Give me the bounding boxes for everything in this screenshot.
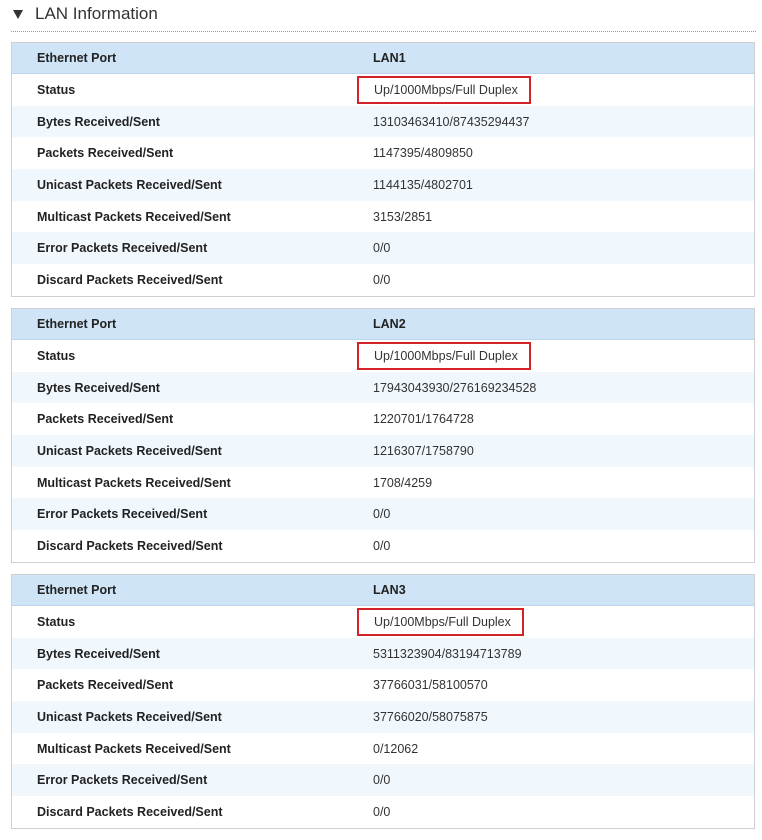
unicast-label: Unicast Packets Received/Sent xyxy=(37,709,222,724)
unicast-value: 1144135/4802701 xyxy=(373,177,473,192)
packets-value: 1220701/1764728 xyxy=(373,412,474,427)
table-row: Bytes Received/Sent 17943043930/27616923… xyxy=(12,371,754,404)
lan-information-header[interactable]: LAN Information xyxy=(11,0,756,32)
table-header-row: Ethernet Port LAN1 xyxy=(12,43,754,74)
table-row: Bytes Received/Sent 13103463410/87435294… xyxy=(12,105,754,138)
table-row: Status Up/100Mbps/Full Duplex xyxy=(12,606,754,638)
table-row: Unicast Packets Received/Sent 1144135/48… xyxy=(12,169,754,201)
error-packets-label: Error Packets Received/Sent xyxy=(37,773,208,788)
packets-value: 37766031/58100570 xyxy=(373,678,488,693)
ethernet-port-label: Ethernet Port xyxy=(37,51,117,65)
unicast-label: Unicast Packets Received/Sent xyxy=(37,443,222,458)
table-row: Discard Packets Received/Sent 0/0 xyxy=(12,264,754,296)
ethernet-port-label: Ethernet Port xyxy=(37,583,117,597)
table-row: Multicast Packets Received/Sent 3153/285… xyxy=(12,201,754,233)
section-title: LAN Information xyxy=(35,4,158,23)
bytes-label: Bytes Received/Sent xyxy=(37,114,160,129)
table-row: Unicast Packets Received/Sent 37766020/5… xyxy=(12,701,754,733)
bytes-label: Bytes Received/Sent xyxy=(37,380,160,395)
bytes-value: 5311323904/83194713789 xyxy=(373,646,522,661)
table-row: Packets Received/Sent 1220701/1764728 xyxy=(12,403,754,435)
packets-value: 1147395/4809850 xyxy=(373,146,473,161)
status-label: Status xyxy=(37,82,76,97)
multicast-label: Multicast Packets Received/Sent xyxy=(37,741,231,756)
unicast-label: Unicast Packets Received/Sent xyxy=(37,177,222,192)
ethernet-port-label: Ethernet Port xyxy=(37,317,117,331)
discard-packets-value: 0/0 xyxy=(373,804,391,819)
table-row: Discard Packets Received/Sent 0/0 xyxy=(12,796,754,828)
status-label: Status xyxy=(37,614,76,629)
error-packets-value: 0/0 xyxy=(373,507,391,522)
error-packets-value: 0/0 xyxy=(373,773,391,788)
table-row: Packets Received/Sent 1147395/4809850 xyxy=(12,137,754,169)
table-row: Packets Received/Sent 37766031/58100570 xyxy=(12,669,754,701)
lan2-table: Ethernet Port LAN2 Status Up/1000Mbps/Fu… xyxy=(11,308,755,563)
bytes-value: 17943043930/276169234528 xyxy=(373,380,537,395)
table-row: Unicast Packets Received/Sent 1216307/17… xyxy=(12,435,754,467)
discard-packets-label: Discard Packets Received/Sent xyxy=(37,272,223,287)
packets-label: Packets Received/Sent xyxy=(37,412,174,427)
unicast-value: 1216307/1758790 xyxy=(373,443,474,458)
error-packets-value: 0/0 xyxy=(373,241,391,256)
discard-packets-value: 0/0 xyxy=(373,538,391,553)
multicast-label: Multicast Packets Received/Sent xyxy=(37,475,231,490)
status-value-highlighted: Up/1000Mbps/Full Duplex xyxy=(357,341,531,370)
packets-label: Packets Received/Sent xyxy=(37,678,174,693)
error-packets-label: Error Packets Received/Sent xyxy=(37,241,208,256)
ethernet-port-value: LAN3 xyxy=(373,583,406,597)
triangle-down-icon[interactable] xyxy=(13,10,23,19)
discard-packets-value: 0/0 xyxy=(373,272,391,287)
table-header-row: Ethernet Port LAN3 xyxy=(12,575,754,606)
error-packets-label: Error Packets Received/Sent xyxy=(37,507,208,522)
multicast-value: 3153/2851 xyxy=(373,209,433,224)
table-row: Error Packets Received/Sent 0/0 xyxy=(12,764,754,797)
ethernet-port-value: LAN1 xyxy=(373,51,406,65)
multicast-label: Multicast Packets Received/Sent xyxy=(37,209,231,224)
table-row: Bytes Received/Sent 5311323904/831947137… xyxy=(12,637,754,670)
bytes-value: 13103463410/87435294437 xyxy=(373,114,530,129)
table-header-row: Ethernet Port LAN2 xyxy=(12,309,754,340)
bytes-label: Bytes Received/Sent xyxy=(37,646,160,661)
table-row: Multicast Packets Received/Sent 0/12062 xyxy=(12,733,754,765)
table-row: Status Up/1000Mbps/Full Duplex xyxy=(12,340,754,372)
multicast-value: 0/12062 xyxy=(373,741,419,756)
discard-packets-label: Discard Packets Received/Sent xyxy=(37,804,223,819)
ethernet-port-value: LAN2 xyxy=(373,317,406,331)
table-row: Multicast Packets Received/Sent 1708/425… xyxy=(12,467,754,499)
status-value-highlighted: Up/100Mbps/Full Duplex xyxy=(357,607,524,636)
table-row: Status Up/1000Mbps/Full Duplex xyxy=(12,74,754,106)
lan3-table: Ethernet Port LAN3 Status Up/100Mbps/Ful… xyxy=(11,574,755,829)
packets-label: Packets Received/Sent xyxy=(37,146,174,161)
table-row: Error Packets Received/Sent 0/0 xyxy=(12,232,754,265)
status-label: Status xyxy=(37,348,76,363)
unicast-value: 37766020/58075875 xyxy=(373,709,488,724)
status-value-highlighted: Up/1000Mbps/Full Duplex xyxy=(357,75,531,104)
table-row: Discard Packets Received/Sent 0/0 xyxy=(12,530,754,562)
table-row: Error Packets Received/Sent 0/0 xyxy=(12,498,754,531)
lan1-table: Ethernet Port LAN1 Status Up/1000Mbps/Fu… xyxy=(11,42,755,297)
discard-packets-label: Discard Packets Received/Sent xyxy=(37,538,223,553)
multicast-value: 1708/4259 xyxy=(373,475,433,490)
